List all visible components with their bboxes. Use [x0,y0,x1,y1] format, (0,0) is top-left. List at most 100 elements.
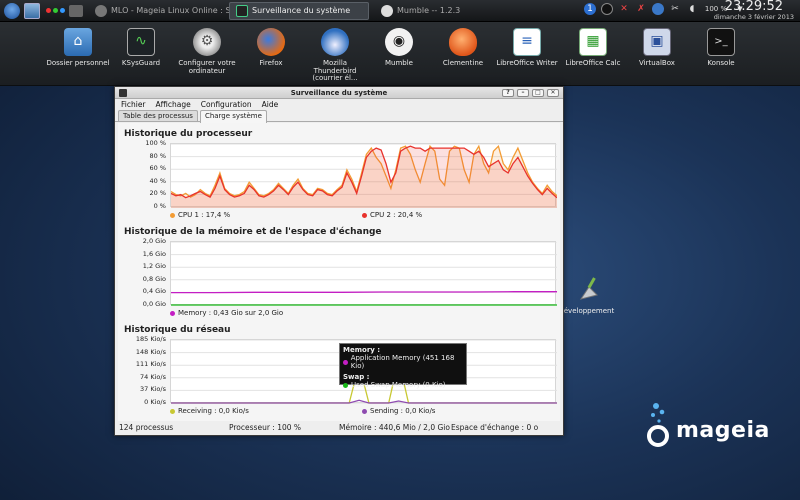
gear-icon: ⚙ [193,28,221,56]
printer-icon[interactable] [69,4,83,17]
tooltip-swap-header: Swap : [343,373,370,381]
dock-item-konsole[interactable]: >_ Konsole [688,28,754,68]
network-history-title: Historique du réseau [124,325,231,335]
window-titlebar[interactable]: Surveillance du système ? – □ ✕ [115,87,563,99]
writer-icon: ≡ [513,28,541,56]
dock-item-home[interactable]: ⌂ Dossier personnel [45,28,111,68]
dock-item-calc[interactable]: ▦ LibreOffice Calc [560,28,626,68]
firefox-icon [257,28,285,56]
help-button[interactable]: ? [502,89,514,97]
cpu1-legend: CPU 1 : 17,4 % [170,211,230,219]
terminal-icon: >_ [707,28,735,56]
maximize-button[interactable]: □ [532,89,544,97]
memory-legend-label: Memory : 0,43 Gio sur 2,0 Gio [178,309,284,317]
clock[interactable]: 23:29:52 dimanche 3 février 2013 [714,0,794,21]
dock-label-mumble: Mumble [385,59,413,67]
cpu-y-tick: 20 % [149,189,166,198]
tooltip-swap-text: Used Swap Memory (0 Kio) [351,381,446,389]
globe-icon[interactable] [652,3,664,15]
desktop-2-dot[interactable] [53,8,58,13]
cpu1-legend-dot [170,212,175,218]
statusbar: 124 processus Processeur : 100 % Mémoire… [115,421,563,435]
status-memory: Mémoire : 440,6 Mio / 2,0 Gio [339,423,450,432]
trowel-icon [579,277,598,300]
mute-alert-icon[interactable]: ✗ [635,3,647,15]
dock-item-virtualbox[interactable]: ▣ VirtualBox [624,28,690,68]
minimize-button[interactable]: – [517,89,529,97]
memory-y-tick: 0,4 Gio [142,287,166,296]
desktop-3-dot[interactable] [60,8,65,13]
taskbar: MLO - Mageia Linux Online : Sujet Survei… [0,0,800,22]
cpu-y-tick: 100 % [145,139,166,147]
tab-process-table[interactable]: Table des processus [118,110,198,121]
tooltip-memory-header: Memory : [343,346,381,354]
dock-label-ksysguard: KSysGuard [121,59,161,67]
show-desktop-icon[interactable] [24,2,40,19]
memory-plot [170,241,557,306]
receiving-legend: Receiving : 0,0 Kio/s [170,407,249,415]
home-folder-icon: ⌂ [64,28,92,56]
menu-configuration[interactable]: Configuration [201,99,252,110]
desktop-item-development[interactable]: éveloppement [562,275,616,315]
dock-item-firefox[interactable]: Firefox [238,28,304,68]
task-ksysguard[interactable]: Surveillance du système [229,1,369,20]
network-disconnected-icon[interactable]: ✕ [618,3,630,15]
virtualbox-icon: ▣ [643,28,671,56]
dock-item-configure[interactable]: ⚙ Configurer votre ordinateur [174,28,240,75]
dock-item-writer[interactable]: ≡ LibreOffice Writer [494,28,560,68]
memory-y-tick: 0,0 Gio [142,300,166,308]
dock-label-home: Dossier personnel [46,59,110,67]
sending-legend-label: Sending : 0,0 Kio/s [370,407,436,415]
network-y-tick: 148 Kio/s [135,347,166,356]
scissors-icon[interactable]: ✂ [669,3,681,15]
dock-item-mumble[interactable]: ◉ Mumble [366,28,432,68]
status-cpu: Processeur : 100 % [229,423,302,432]
dock-item-thunderbird[interactable]: Mozilla Thunderbird (courrier él... [302,28,368,83]
mageia-launcher-icon[interactable] [4,2,20,19]
menu-aide[interactable]: Aide [262,99,279,110]
dock-label-clementine: Clementine [442,59,484,67]
dock-label-configure: Configurer votre ordinateur [178,59,236,75]
update-icon[interactable]: 1 [584,3,596,15]
ksysguard-task-icon [236,4,248,17]
task-mlo[interactable]: MLO - Mageia Linux Online : Sujet [89,2,229,20]
memory-y-tick: 0,8 Gio [142,274,166,283]
tooltip-memory-dot [343,359,348,365]
network-y-tick: 74 Kio/s [140,372,166,381]
notes-icon[interactable] [601,3,613,15]
memory-legend-dot [170,310,175,316]
menu-affichage[interactable]: Affichage [156,99,191,110]
cpu2-legend: CPU 2 : 20,4 % [362,211,422,219]
tooltip-swap-dot [343,382,348,388]
status-swap: Espace d'échange : 0 o [451,423,539,432]
dock-item-ksysguard[interactable]: ∿ KSysGuard [108,28,174,68]
sending-legend: Sending : 0,0 Kio/s [362,407,435,415]
dock-label-konsole: Konsole [707,59,735,67]
tab-system-load[interactable]: Charge système [199,110,267,123]
speaker-icon[interactable]: ◖ [686,3,698,15]
sending-legend-dot [362,408,367,414]
status-processes: 124 processus [119,423,174,432]
cpu-history-title: Historique du processeur [124,129,253,139]
tooltip-memory-text: Application Memory (451 168 Kio) [350,354,455,370]
menubar: Fichier Affichage Configuration Aide [115,99,563,110]
desktop-1-dot[interactable] [46,8,51,13]
network-y-tick: 37 Kio/s [140,385,166,394]
menu-fichier[interactable]: Fichier [121,99,146,110]
window-buttons: ? – □ ✕ [502,89,559,97]
clock-time: 23:29:52 [724,0,784,14]
network-y-tick: 0 Kio/s [144,398,166,406]
window-menu-icon[interactable] [119,89,127,97]
pager[interactable] [46,8,65,13]
memory-chart [171,241,557,306]
mumble-icon: ◉ [385,28,413,56]
thunderbird-icon [321,28,349,56]
dock: ⌂ Dossier personnel ∿ KSysGuard ⚙ Config… [0,22,800,86]
network-y-tick: 185 Kio/s [135,335,166,343]
close-button[interactable]: ✕ [547,89,559,97]
task-mumble[interactable]: Mumble -- 1.2.3 [375,2,475,20]
memory-y-tick: 2,0 Gio [142,237,166,245]
dock-item-clementine[interactable]: Clementine [430,28,496,68]
cpu-y-tick: 60 % [149,164,166,173]
memory-legend: Memory : 0,43 Gio sur 2,0 Gio [170,309,283,317]
